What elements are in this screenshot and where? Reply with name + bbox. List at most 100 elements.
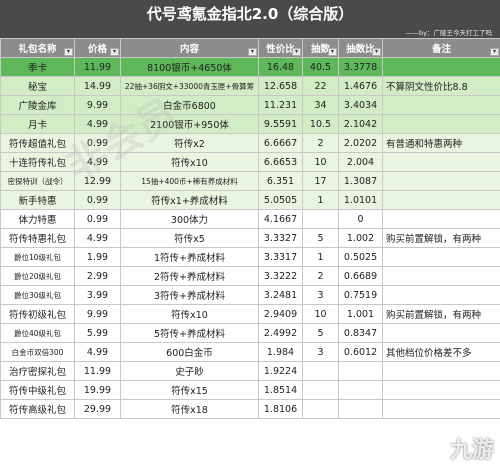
cell-pull-ratio[interactable]: 1.3087 bbox=[338, 171, 383, 191]
cell-note[interactable] bbox=[382, 247, 500, 267]
cell-name[interactable]: 月卡 bbox=[0, 114, 75, 134]
cell-name[interactable]: 密探特训（战令） bbox=[0, 171, 75, 191]
cell-price[interactable]: 19.99 bbox=[74, 380, 121, 400]
cell-name[interactable]: 符传高级礼包 bbox=[0, 399, 75, 419]
cell-content[interactable]: 1符传+养成材料 bbox=[120, 247, 259, 267]
cell-price[interactable]: 11.99 bbox=[74, 361, 121, 381]
table-row[interactable]: 秘宝 14.99 22抽+36阴文+33000青玉匣+骨算筹 12.658 22 1.46… bbox=[0, 76, 500, 96]
table-row[interactable]: 符传特惠礼包 4.99 符传x5 3.3327 5 1.002 购买前置解锁，有两种 bbox=[0, 228, 500, 248]
table-row[interactable]: 符传中级礼包 19.99 符传x15 1.8514 bbox=[0, 380, 500, 400]
cell-note[interactable] bbox=[382, 171, 500, 191]
table-row[interactable]: 月卡 4.99 2100银币+950体 9.5591 10.5 2.1042 bbox=[0, 114, 500, 134]
cell-ratio[interactable]: 3.3317 bbox=[258, 247, 303, 267]
cell-pull-ratio[interactable]: 0.6689 bbox=[338, 266, 383, 286]
cell-pull-ratio[interactable]: 1.4676 bbox=[338, 76, 383, 96]
cell-note[interactable] bbox=[382, 323, 500, 343]
cell-note[interactable]: 购买前置解锁，有两种 bbox=[382, 228, 500, 248]
table-row[interactable]: 新手特惠 0.99 符传x1+养成材料 5.0505 1 1.0101 bbox=[0, 190, 500, 210]
cell-content[interactable]: 5符传+养成材料 bbox=[120, 323, 259, 343]
filter-dropdown-icon[interactable]: ▾ bbox=[328, 48, 337, 56]
cell-price[interactable]: 9.99 bbox=[74, 95, 121, 115]
cell-price[interactable]: 2.99 bbox=[74, 266, 121, 286]
cell-pull-ratio[interactable]: 0.5025 bbox=[338, 247, 383, 267]
cell-pulls[interactable]: 40.5 bbox=[302, 57, 339, 77]
table-row[interactable]: 季卡 11.99 8100银币+4650体 16.48 40.5 3.3778 bbox=[0, 57, 500, 77]
cell-price[interactable]: 0.99 bbox=[74, 190, 121, 210]
column-header-price[interactable]: 价格 ▾ bbox=[74, 38, 121, 58]
cell-ratio[interactable]: 3.3222 bbox=[258, 266, 303, 286]
cell-name[interactable]: 秘宝 bbox=[0, 76, 75, 96]
table-row[interactable]: 广陵金库 9.99 白金币6800 11.231 34 3.4034 bbox=[0, 95, 500, 115]
cell-content[interactable]: 8100银币+4650体 bbox=[120, 57, 259, 77]
table-row[interactable]: 体力特惠 0.99 300体力 4.1667 0 bbox=[0, 209, 500, 229]
cell-ratio[interactable]: 2.4992 bbox=[258, 323, 303, 343]
column-header-note[interactable]: 备注 ▾ bbox=[382, 38, 500, 58]
cell-price[interactable]: 3.99 bbox=[74, 285, 121, 305]
cell-note[interactable] bbox=[382, 209, 500, 229]
cell-name[interactable]: 爵位40级礼包 bbox=[0, 323, 75, 343]
cell-content[interactable]: 3符传+养成材料 bbox=[120, 285, 259, 305]
cell-pull-ratio[interactable]: 0.6012 bbox=[338, 342, 383, 362]
cell-note[interactable] bbox=[382, 190, 500, 210]
cell-pull-ratio[interactable]: 0.7519 bbox=[338, 285, 383, 305]
cell-ratio[interactable]: 6.6653 bbox=[258, 152, 303, 172]
cell-price[interactable]: 4.99 bbox=[74, 342, 121, 362]
cell-name[interactable]: 体力特惠 bbox=[0, 209, 75, 229]
cell-ratio[interactable]: 9.5591 bbox=[258, 114, 303, 134]
filter-dropdown-icon[interactable]: ▾ bbox=[64, 48, 73, 56]
cell-pull-ratio[interactable]: 2.004 bbox=[338, 152, 383, 172]
table-row[interactable]: 十连符传礼包 4.99 符传x10 6.6653 10 2.004 bbox=[0, 152, 500, 172]
cell-pulls[interactable] bbox=[302, 209, 339, 229]
cell-content[interactable]: 符传x18 bbox=[120, 399, 259, 419]
column-header-content[interactable]: 内容 ▾ bbox=[120, 38, 259, 58]
cell-ratio[interactable]: 2.9409 bbox=[258, 304, 303, 324]
cell-note[interactable] bbox=[382, 399, 500, 419]
cell-pull-ratio[interactable]: 3.4034 bbox=[338, 95, 383, 115]
cell-ratio[interactable]: 1.9224 bbox=[258, 361, 303, 381]
cell-note[interactable] bbox=[382, 57, 500, 77]
cell-content[interactable]: 符传x10 bbox=[120, 152, 259, 172]
cell-ratio[interactable]: 16.48 bbox=[258, 57, 303, 77]
table-row[interactable]: 爵位30级礼包 3.99 3符传+养成材料 3.2481 3 0.7519 bbox=[0, 285, 500, 305]
cell-pull-ratio[interactable]: 0.8347 bbox=[338, 323, 383, 343]
cell-pulls[interactable]: 5 bbox=[302, 228, 339, 248]
cell-pulls[interactable]: 5 bbox=[302, 323, 339, 343]
cell-ratio[interactable]: 5.0505 bbox=[258, 190, 303, 210]
cell-content[interactable]: 2符传+养成材料 bbox=[120, 266, 259, 286]
cell-price[interactable]: 14.99 bbox=[74, 76, 121, 96]
cell-pulls[interactable]: 2 bbox=[302, 266, 339, 286]
cell-name[interactable]: 符传初级礼包 bbox=[0, 304, 75, 324]
table-row[interactable]: 治疗密探礼包 11.99 史子眇 1.9224 bbox=[0, 361, 500, 381]
cell-name[interactable]: 符传中级礼包 bbox=[0, 380, 75, 400]
cell-note[interactable] bbox=[382, 361, 500, 381]
cell-pull-ratio[interactable]: 1.001 bbox=[338, 304, 383, 324]
cell-name[interactable]: 广陵金库 bbox=[0, 95, 75, 115]
cell-ratio[interactable]: 11.231 bbox=[258, 95, 303, 115]
cell-price[interactable]: 4.99 bbox=[74, 152, 121, 172]
cell-content[interactable]: 15抽+400币+稀有养成材料 bbox=[120, 171, 259, 191]
cell-price[interactable]: 1.99 bbox=[74, 247, 121, 267]
cell-pulls[interactable]: 34 bbox=[302, 95, 339, 115]
cell-name[interactable]: 十连符传礼包 bbox=[0, 152, 75, 172]
cell-name[interactable]: 爵位10级礼包 bbox=[0, 247, 75, 267]
cell-price[interactable]: 4.99 bbox=[74, 228, 121, 248]
cell-pulls[interactable]: 1 bbox=[302, 190, 339, 210]
cell-content[interactable]: 符传x15 bbox=[120, 380, 259, 400]
cell-content[interactable]: 符传x1+养成材料 bbox=[120, 190, 259, 210]
filter-dropdown-icon[interactable]: ▾ bbox=[110, 48, 119, 56]
cell-content[interactable]: 符传x2 bbox=[120, 133, 259, 153]
cell-note[interactable]: 有普通和特惠两种 bbox=[382, 133, 500, 153]
cell-pull-ratio[interactable] bbox=[338, 380, 383, 400]
cell-note[interactable] bbox=[382, 114, 500, 134]
cell-note[interactable] bbox=[382, 285, 500, 305]
cell-price[interactable]: 5.99 bbox=[74, 323, 121, 343]
cell-name[interactable]: 治疗密探礼包 bbox=[0, 361, 75, 381]
table-row[interactable]: 符传初级礼包 9.99 符传x10 2.9409 10 1.001 购买前置解锁，有两种 bbox=[0, 304, 500, 324]
table-row[interactable]: 爵位40级礼包 5.99 5符传+养成材料 2.4992 5 0.8347 bbox=[0, 323, 500, 343]
cell-ratio[interactable]: 1.984 bbox=[258, 342, 303, 362]
cell-pulls[interactable] bbox=[302, 399, 339, 419]
column-header-pulls[interactable]: 抽数 ▾ bbox=[302, 38, 339, 58]
cell-pull-ratio[interactable]: 0 bbox=[338, 209, 383, 229]
cell-content[interactable]: 22抽+36阴文+33000青玉匣+骨算筹 bbox=[120, 76, 259, 96]
cell-pulls[interactable] bbox=[302, 361, 339, 381]
